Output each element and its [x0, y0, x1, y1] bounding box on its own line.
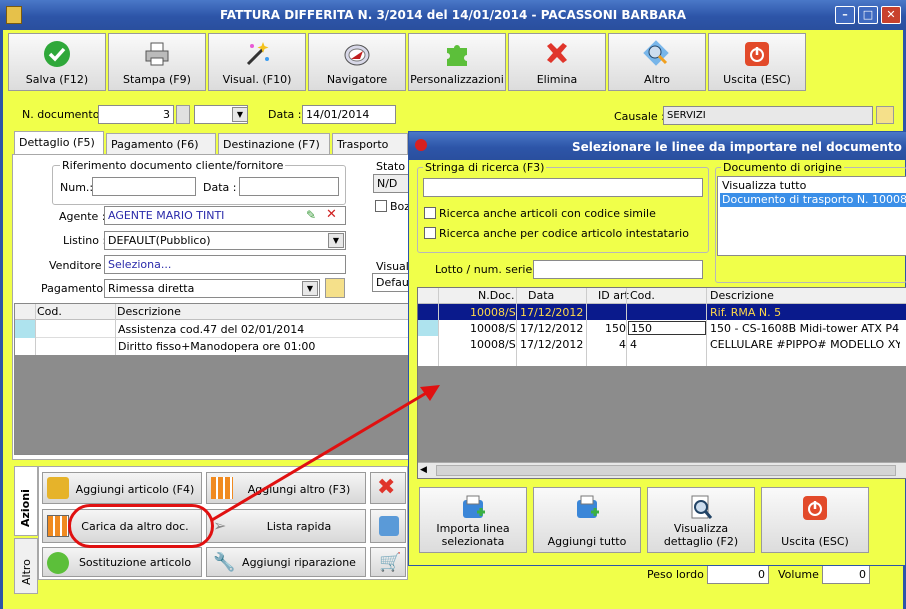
annotation-arrow [211, 385, 440, 522]
